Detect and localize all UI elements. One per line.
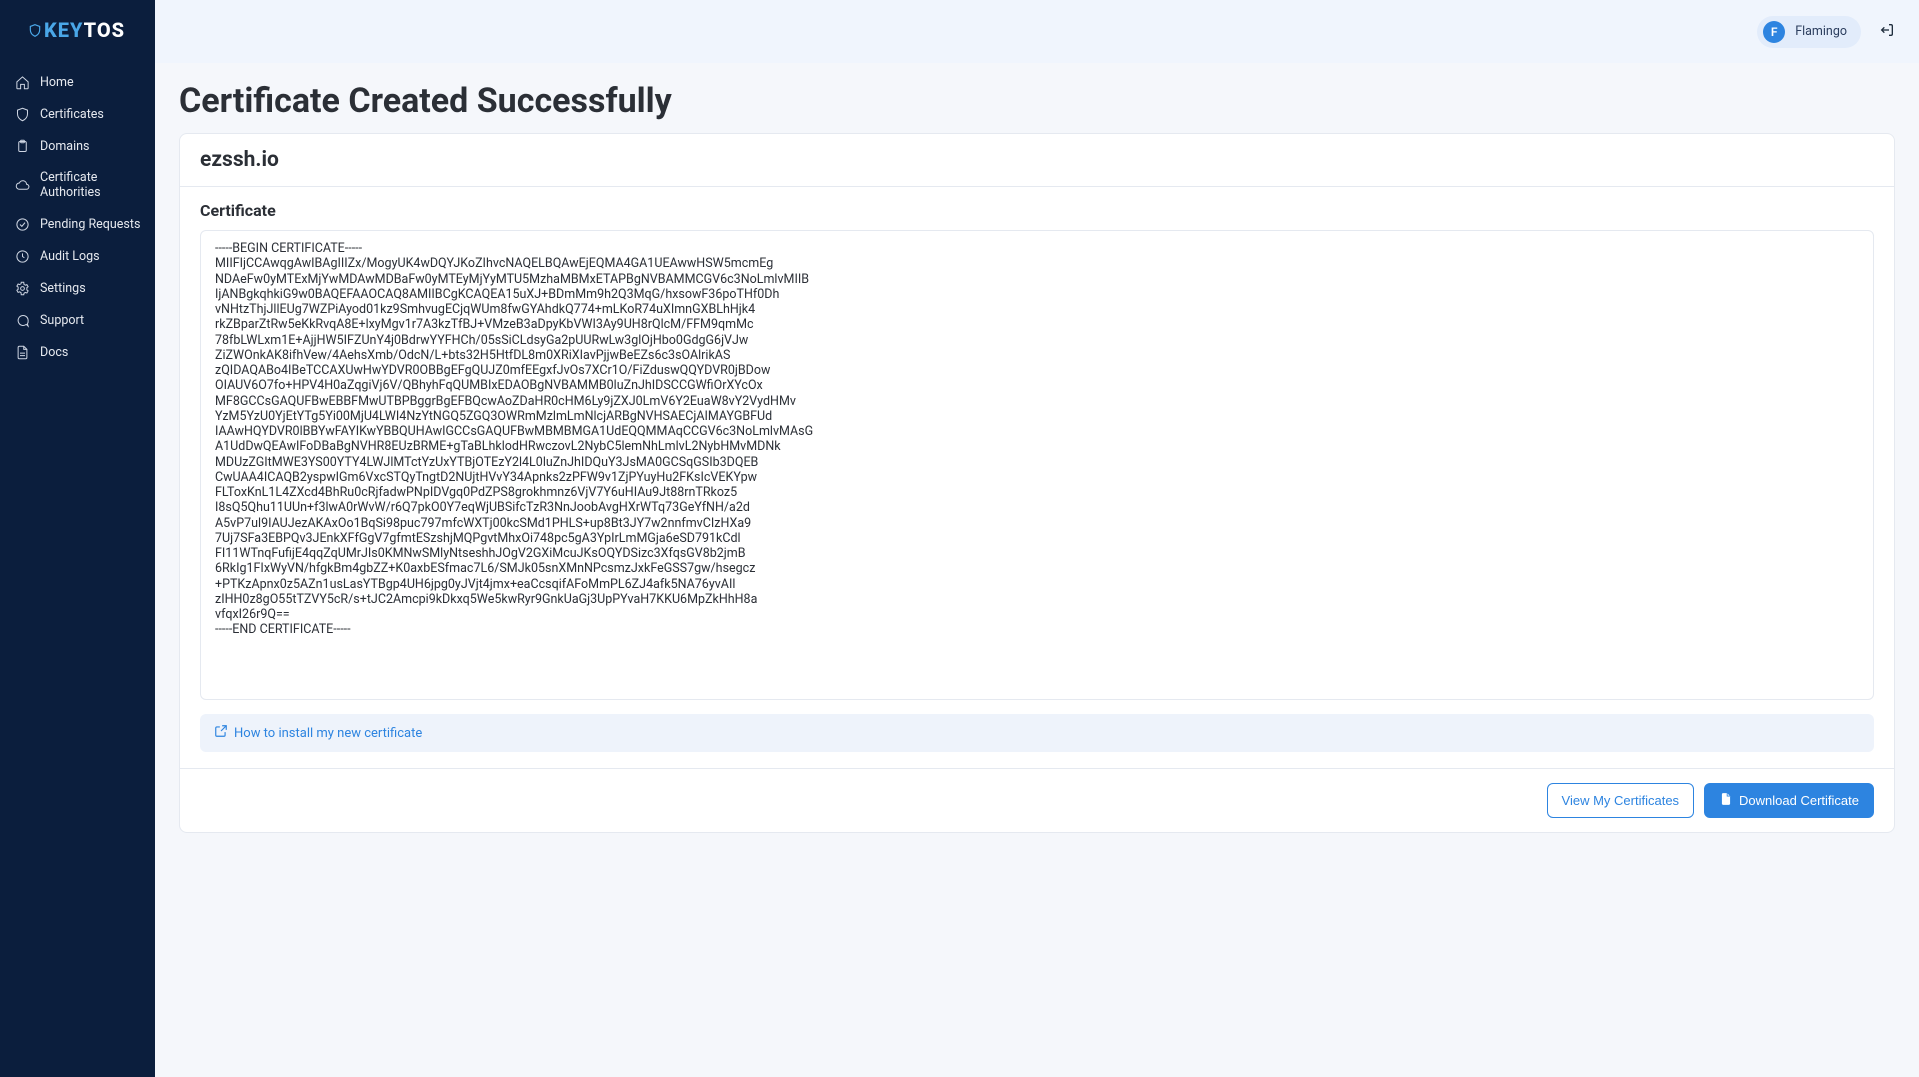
- install-help-label: How to install my new certificate: [234, 726, 422, 741]
- nav-label: Support: [40, 313, 84, 328]
- file-icon: [14, 344, 30, 360]
- page-title: Certificate Created Successfully: [179, 81, 1895, 121]
- nav-item-support[interactable]: Support: [0, 304, 155, 336]
- nav-item-home[interactable]: Home: [0, 66, 155, 98]
- logout-button[interactable]: [1873, 18, 1901, 46]
- home-icon: [14, 74, 30, 90]
- nav-label: Settings: [40, 281, 86, 296]
- button-label: View My Certificates: [1562, 793, 1680, 808]
- clock-check-icon: [14, 216, 30, 232]
- nav-label: Home: [40, 75, 74, 90]
- nav-label: Certificates: [40, 107, 104, 122]
- certificate-section-label: Certificate: [200, 201, 1874, 220]
- sidebar: KEYTOS Home Certificates Domains Cert: [0, 0, 155, 1077]
- logout-icon: [1879, 22, 1895, 42]
- avatar: F: [1763, 21, 1785, 43]
- download-icon: [1719, 792, 1733, 809]
- user-menu[interactable]: F Flamingo: [1757, 16, 1861, 48]
- nav-label: Pending Requests: [40, 217, 140, 232]
- user-name: Flamingo: [1795, 24, 1847, 39]
- domain-name: ezssh.io: [200, 148, 1874, 184]
- cloud-icon: [14, 177, 30, 193]
- history-icon: [14, 248, 30, 264]
- card-body: Certificate -----BEGIN CERTIFICATE----- …: [180, 187, 1894, 768]
- nav-label: Domains: [40, 139, 90, 154]
- install-help-link[interactable]: How to install my new certificate: [214, 724, 422, 742]
- certificate-text: -----BEGIN CERTIFICATE----- MIIFIjCCAwqg…: [215, 241, 1859, 638]
- logo-shield-icon: [28, 22, 44, 38]
- install-help-banner: How to install my new certificate: [200, 714, 1874, 752]
- certificate-card: ezssh.io Certificate -----BEGIN CERTIFIC…: [179, 133, 1895, 833]
- avatar-initial: F: [1771, 25, 1778, 39]
- view-my-certificates-button[interactable]: View My Certificates: [1547, 783, 1695, 818]
- shield-icon: [14, 106, 30, 122]
- external-link-icon: [214, 724, 228, 742]
- nav-item-pending-requests[interactable]: Pending Requests: [0, 208, 155, 240]
- nav-label: Certificate Authorities: [40, 170, 141, 200]
- button-label: Download Certificate: [1739, 793, 1859, 808]
- logo-text: KEYTOS: [44, 18, 125, 42]
- nav-item-domains[interactable]: Domains: [0, 130, 155, 162]
- nav-item-certificates[interactable]: Certificates: [0, 98, 155, 130]
- content: Certificate Created Successfully ezssh.i…: [155, 63, 1919, 1077]
- nav-item-settings[interactable]: Settings: [0, 272, 155, 304]
- chat-icon: [14, 312, 30, 328]
- nav: Home Certificates Domains Certificate Au…: [0, 60, 155, 368]
- download-certificate-button[interactable]: Download Certificate: [1704, 783, 1874, 818]
- nav-item-docs[interactable]: Docs: [0, 336, 155, 368]
- clipboard-icon: [14, 138, 30, 154]
- nav-item-certificate-authorities[interactable]: Certificate Authorities: [0, 162, 155, 208]
- card-header: ezssh.io: [180, 134, 1894, 187]
- nav-label: Audit Logs: [40, 249, 100, 264]
- certificate-text-box[interactable]: -----BEGIN CERTIFICATE----- MIIFIjCCAwqg…: [200, 230, 1874, 700]
- nav-item-audit-logs[interactable]: Audit Logs: [0, 240, 155, 272]
- topbar: F Flamingo: [155, 0, 1919, 63]
- main: F Flamingo Certificate Created Successfu…: [155, 0, 1919, 1077]
- card-footer: View My Certificates Download Certificat…: [180, 768, 1894, 832]
- gear-icon: [14, 280, 30, 296]
- logo[interactable]: KEYTOS: [0, 0, 155, 60]
- nav-label: Docs: [40, 345, 68, 360]
